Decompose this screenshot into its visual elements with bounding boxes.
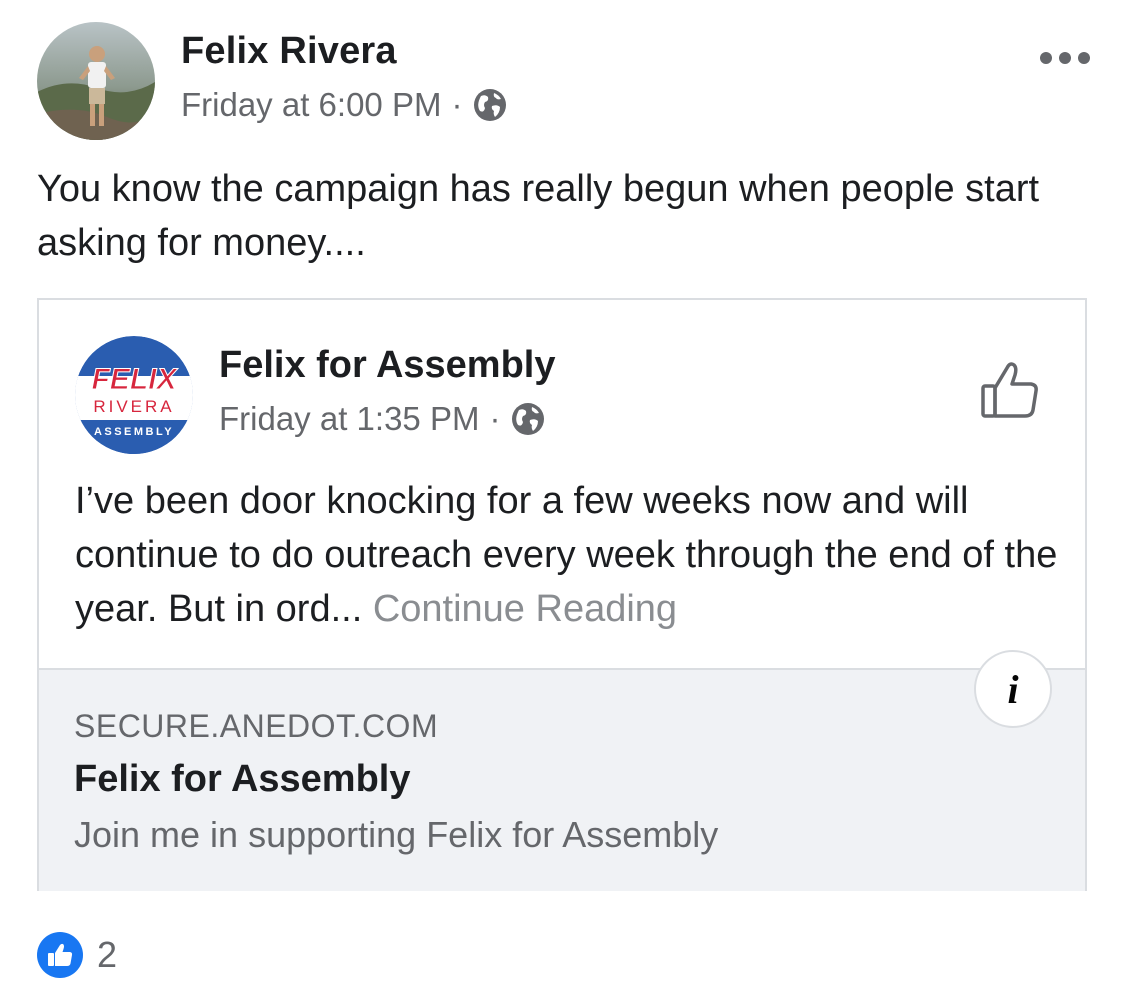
- shared-post-card[interactable]: FELIX RIVERA ASSEMBLY Felix for Assembly…: [37, 298, 1087, 891]
- shared-post-timestamp[interactable]: Friday at 1:35 PM: [219, 400, 479, 438]
- reaction-count: 2: [97, 934, 118, 975]
- link-preview[interactable]: SECURE.ANEDOT.COM Felix for Assembly Joi…: [39, 668, 1085, 891]
- post-text: You know the campaign has really begun w…: [37, 168, 1040, 264]
- reactions-summary[interactable]: 2: [37, 932, 117, 978]
- meta-separator: ·: [489, 400, 501, 437]
- logo-line3: ASSEMBLY: [94, 426, 174, 438]
- thumbs-up-outline-icon[interactable]: [979, 358, 1043, 427]
- post-timestamp[interactable]: Friday at 6:00 PM: [181, 86, 441, 124]
- post-meta: Friday at 6:00 PM ·: [181, 86, 508, 124]
- globe-icon[interactable]: [510, 401, 546, 437]
- info-icon[interactable]: i: [974, 650, 1052, 728]
- more-horizontal-icon[interactable]: [1040, 50, 1090, 66]
- logo-line2: RIVERA: [93, 397, 174, 416]
- shared-post-meta: Friday at 1:35 PM ·: [219, 400, 546, 438]
- meta-separator: ·: [451, 86, 463, 123]
- logo-line1: FELIX: [91, 363, 178, 396]
- page-name[interactable]: Felix for Assembly: [219, 344, 556, 387]
- author-avatar[interactable]: [37, 22, 155, 140]
- link-domain: SECURE.ANEDOT.COM: [74, 708, 439, 744]
- continue-reading-link[interactable]: Continue Reading: [373, 588, 677, 630]
- link-title: Felix for Assembly: [74, 758, 411, 800]
- link-description: Join me in supporting Felix for Assembly: [74, 814, 719, 855]
- page-logo[interactable]: FELIX RIVERA ASSEMBLY: [75, 336, 193, 454]
- shared-post-text: I’ve been door knocking for a few weeks …: [75, 474, 1065, 636]
- like-reaction-icon: [37, 932, 83, 978]
- author-name[interactable]: Felix Rivera: [181, 30, 397, 73]
- avatar-photo: [37, 22, 155, 140]
- globe-icon[interactable]: [472, 87, 508, 123]
